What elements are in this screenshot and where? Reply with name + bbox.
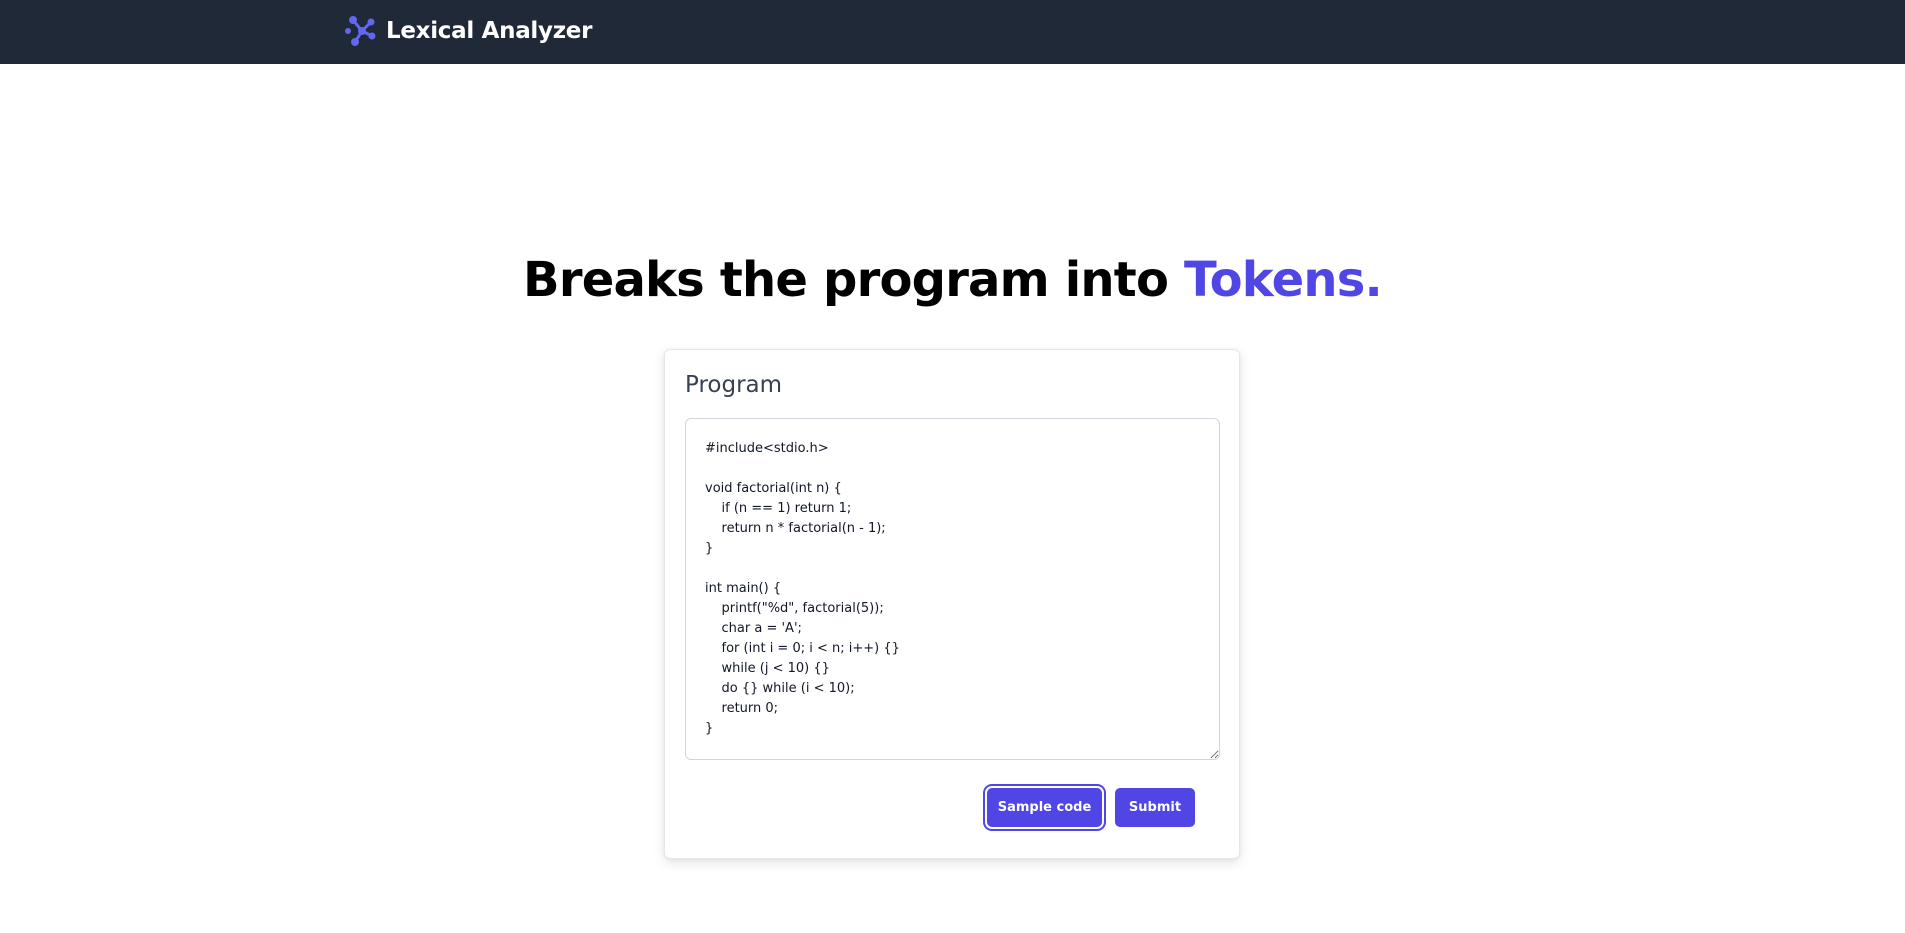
sample-code-button[interactable]: Sample code xyxy=(987,788,1102,827)
program-heading: Program xyxy=(685,372,783,398)
brand-name: Lexical Analyzer xyxy=(386,18,593,44)
brand-link[interactable]: Lexical Analyzer xyxy=(344,14,592,48)
top-navbar: Lexical Analyzer xyxy=(0,0,1905,64)
program-card: Program Sample code Submit xyxy=(664,349,1240,859)
submit-button[interactable]: Submit xyxy=(1115,788,1195,827)
hero-title: Breaks the program into Tokens. xyxy=(0,245,1905,315)
hero-title-accent: Tokens. xyxy=(1184,252,1383,308)
hero-title-prefix: Breaks the program into xyxy=(523,252,1185,308)
program-code-input[interactable] xyxy=(685,418,1220,760)
lexer-logo-icon xyxy=(345,16,376,46)
